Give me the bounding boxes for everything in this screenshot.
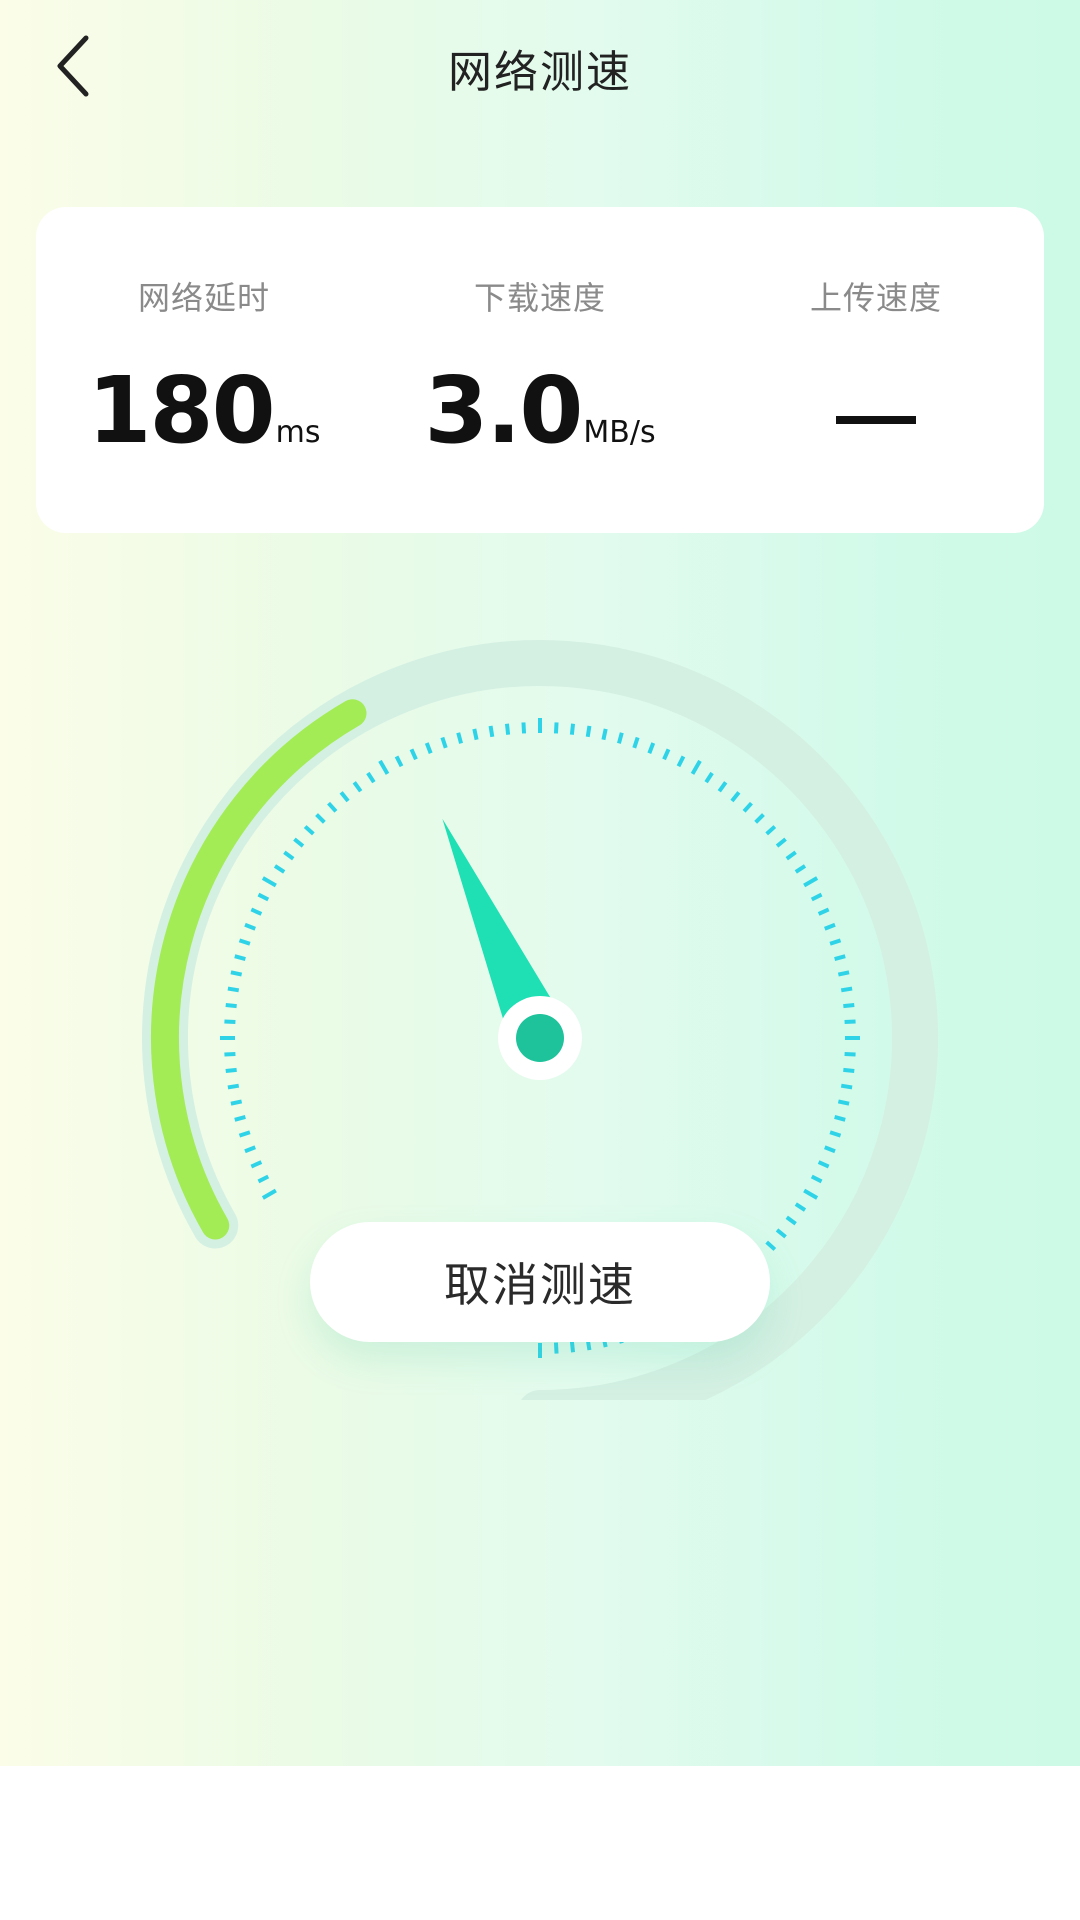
gauge-tick bbox=[569, 723, 576, 735]
gauge-tick bbox=[717, 781, 728, 793]
gauge-tick bbox=[837, 970, 850, 977]
gauge-tick bbox=[647, 742, 656, 754]
gauge-tick bbox=[730, 791, 741, 803]
speed-gauge bbox=[142, 640, 938, 1400]
gauge-tick bbox=[803, 1188, 819, 1200]
gauge-tick bbox=[817, 1160, 830, 1169]
gauge-tick bbox=[409, 748, 418, 761]
gauge-tick bbox=[378, 759, 390, 775]
gauge-tick bbox=[224, 1019, 236, 1025]
gauge-tick bbox=[834, 954, 846, 961]
gauge-tick bbox=[250, 1160, 263, 1169]
gauge-tick bbox=[843, 1002, 855, 1009]
gauge-tick bbox=[283, 850, 295, 861]
gauge-tick bbox=[775, 1228, 787, 1239]
gauge-tick bbox=[837, 1099, 850, 1106]
gauge-tick bbox=[840, 986, 853, 993]
gauge-tick bbox=[829, 1130, 842, 1138]
gauge-tick bbox=[617, 732, 624, 744]
gauge-tick bbox=[472, 728, 479, 741]
gauge-tick bbox=[585, 725, 592, 738]
gauge-tick bbox=[690, 759, 702, 775]
gauge-tick bbox=[844, 1019, 856, 1025]
gauge-tick bbox=[843, 1067, 855, 1074]
gauge-tick bbox=[742, 801, 753, 813]
gauge-tick bbox=[250, 907, 263, 916]
gauge-tick bbox=[273, 864, 286, 874]
gauge-tick bbox=[234, 954, 246, 961]
gauge-tick bbox=[569, 1341, 576, 1353]
gauge-tick bbox=[824, 922, 836, 931]
gauge-tick bbox=[366, 771, 376, 784]
gauge-tick bbox=[227, 1083, 240, 1090]
gauge-tick bbox=[227, 986, 240, 993]
gauge-tick bbox=[775, 837, 787, 848]
gauge-tick bbox=[394, 755, 404, 768]
gauge-tick bbox=[293, 837, 305, 848]
gauge-tick bbox=[257, 892, 270, 902]
gauge-tick bbox=[810, 1174, 823, 1184]
gauge-tick bbox=[704, 771, 714, 784]
gauge-tick bbox=[840, 1083, 853, 1090]
gauge-tick bbox=[327, 801, 338, 813]
gauge-tick bbox=[303, 825, 315, 836]
gauge-tick bbox=[834, 1115, 846, 1122]
gauge-hub bbox=[516, 1014, 564, 1062]
gauge-tick bbox=[553, 1342, 559, 1354]
gauge-tick bbox=[261, 876, 277, 888]
gauge-tick bbox=[234, 1115, 246, 1122]
gauge-tick bbox=[424, 742, 433, 754]
gauge-tick bbox=[765, 1240, 777, 1251]
gauge-tick bbox=[765, 825, 777, 836]
gauge-tick bbox=[676, 755, 686, 768]
gauge-tick bbox=[824, 1145, 836, 1154]
gauge-tick bbox=[238, 1130, 251, 1138]
gauge-tick bbox=[244, 922, 256, 931]
gauge-tick bbox=[794, 1202, 807, 1212]
gauge-tick bbox=[829, 938, 842, 946]
gauge-tick bbox=[632, 736, 640, 749]
gauge-tick bbox=[244, 1145, 256, 1154]
gauge-tick bbox=[553, 722, 559, 734]
gauge-tick bbox=[803, 876, 819, 888]
gauge-tick bbox=[754, 813, 765, 824]
gauge-tick bbox=[315, 813, 326, 824]
gauge-tick bbox=[662, 748, 671, 761]
gauge-tick bbox=[225, 1002, 237, 1009]
gauge-tick bbox=[785, 1215, 797, 1226]
gauge-tick bbox=[844, 1051, 856, 1057]
gauge-tick bbox=[440, 736, 448, 749]
gauge-tick bbox=[794, 864, 807, 874]
gauge-tick bbox=[601, 728, 608, 741]
cancel-test-button[interactable]: 取消测速 bbox=[310, 1222, 770, 1342]
gauge-tick bbox=[339, 791, 350, 803]
gauge-tick bbox=[230, 1099, 243, 1106]
gauge-tick bbox=[817, 907, 830, 916]
gauge-tick bbox=[456, 732, 463, 744]
gauge-tick bbox=[352, 781, 363, 793]
gauge-tick bbox=[230, 970, 243, 977]
gauge-tick bbox=[504, 723, 511, 735]
gauge-tick bbox=[238, 938, 251, 946]
gauge-tick bbox=[785, 850, 797, 861]
gauge-tick bbox=[261, 1188, 277, 1200]
gauge-tick bbox=[521, 722, 527, 734]
gauge-tick bbox=[488, 725, 495, 738]
gauge-tick bbox=[224, 1051, 236, 1057]
gauge-tick bbox=[257, 1174, 270, 1184]
gauge-tick bbox=[810, 892, 823, 902]
gauge-tick bbox=[225, 1067, 237, 1074]
